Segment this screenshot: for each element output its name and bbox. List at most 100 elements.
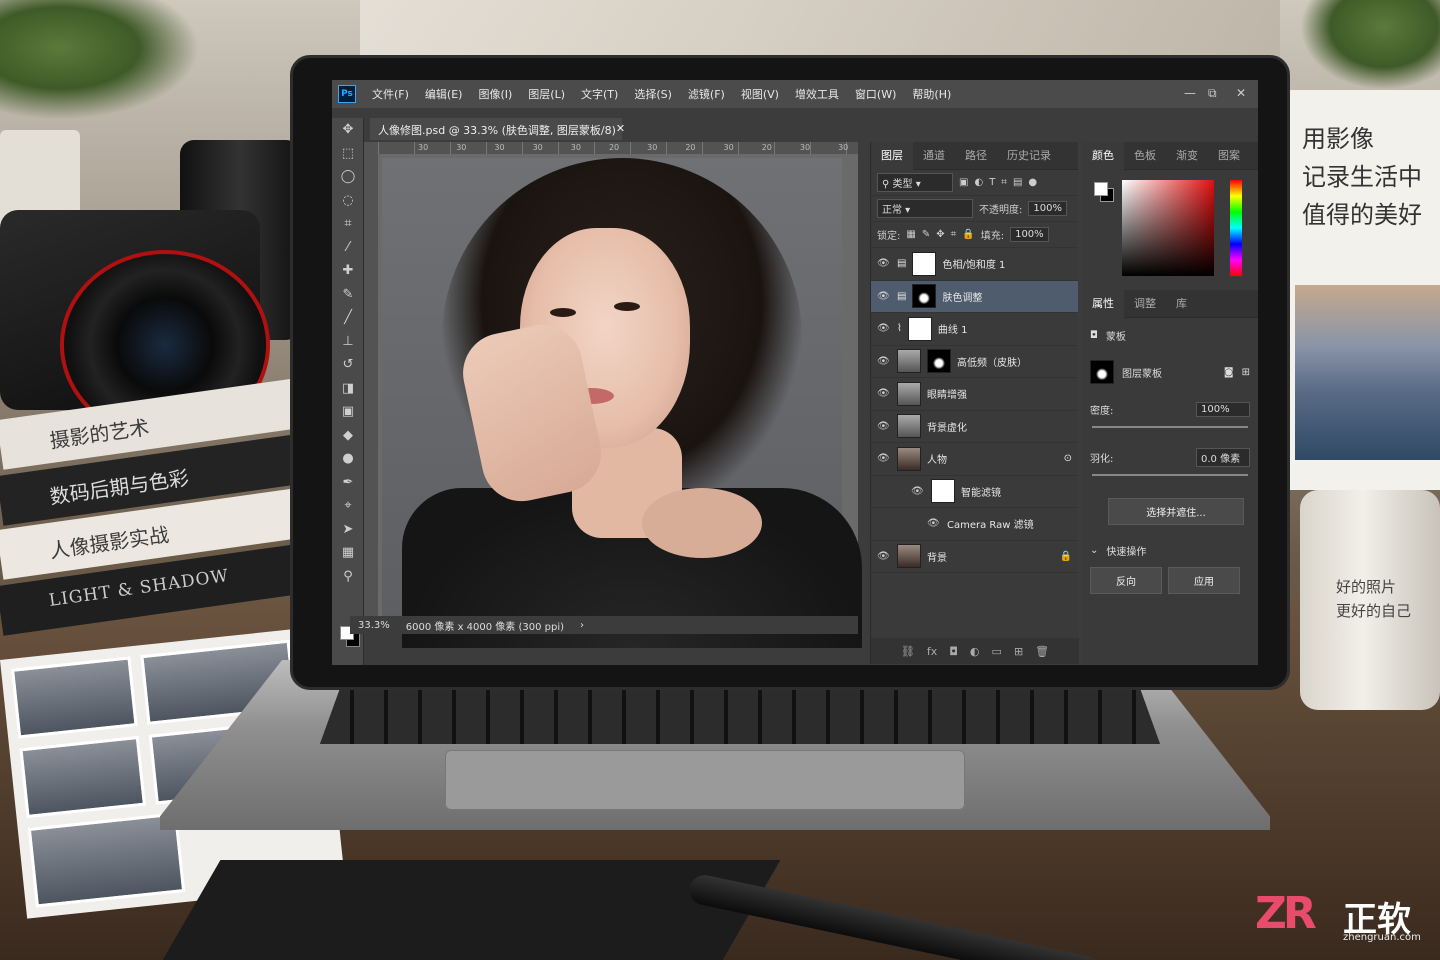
- filter-mask-thumbnail[interactable]: [931, 479, 955, 504]
- pixel-mask-icon[interactable]: ◙: [1224, 367, 1234, 378]
- tab-layers[interactable]: 图层: [871, 141, 913, 170]
- layer-mask-thumbnail[interactable]: [907, 316, 932, 341]
- visibility-eye-icon[interactable]: 👁: [927, 518, 941, 529]
- quick-select-tool-icon[interactable]: ◌: [332, 189, 364, 213]
- history-brush-icon[interactable]: ↺: [332, 353, 364, 377]
- filter-toggle-icon[interactable]: ●: [1028, 177, 1037, 188]
- pen-tool-icon[interactable]: ✒: [332, 471, 364, 495]
- menu-view[interactable]: 视图(V): [733, 86, 787, 102]
- layer-mask-thumbnail[interactable]: [927, 349, 951, 374]
- tab-properties[interactable]: 属性: [1082, 289, 1124, 318]
- visibility-eye-icon[interactable]: 👁: [877, 323, 891, 334]
- fill-input[interactable]: 100%: [1010, 227, 1049, 242]
- new-adjustment-icon[interactable]: ◐: [970, 645, 980, 658]
- close-icon[interactable]: ✕: [1236, 86, 1246, 100]
- color-picker-field[interactable]: [1122, 180, 1214, 276]
- marquee-tool-icon[interactable]: ⬚: [332, 142, 364, 166]
- lock-brush-icon[interactable]: ✎: [922, 229, 930, 240]
- status-arrow-icon[interactable]: ›: [580, 620, 584, 631]
- menu-window[interactable]: 窗口(W): [847, 86, 904, 102]
- layer-thumbnail[interactable]: [897, 414, 921, 439]
- tab-channels[interactable]: 通道: [913, 142, 955, 170]
- move-tool-icon[interactable]: ✥: [332, 118, 364, 142]
- dodge-tool-icon[interactable]: ●: [332, 447, 364, 471]
- filter-shape-icon[interactable]: ⌗: [1001, 177, 1007, 188]
- chevron-down-icon[interactable]: ⌄: [1090, 545, 1098, 556]
- eraser-tool-icon[interactable]: ◨: [332, 377, 364, 401]
- tab-paths[interactable]: 路径: [955, 142, 997, 170]
- brush-tool-icon[interactable]: ╱: [332, 306, 364, 330]
- menu-plugins[interactable]: 增效工具: [787, 86, 847, 102]
- layer-row[interactable]: 👁 ▤ 色相/饱和度 1: [871, 248, 1078, 281]
- menu-edit[interactable]: 编辑(E): [417, 86, 471, 102]
- layer-mask-thumbnail[interactable]: [912, 251, 937, 276]
- hue-slider[interactable]: [1230, 180, 1242, 276]
- new-group-icon[interactable]: ▭: [992, 645, 1002, 658]
- visibility-eye-icon[interactable]: 👁: [877, 291, 891, 302]
- menu-layer[interactable]: 图层(L): [520, 86, 573, 102]
- foreground-color-chip[interactable]: [1094, 182, 1108, 196]
- document-tab[interactable]: 人像修图.psd @ 33.3% (肤色调整, 图层蒙板/8) ✕: [370, 118, 625, 140]
- healing-tool-icon[interactable]: ✚: [332, 259, 364, 283]
- layer-style-icon[interactable]: fx: [927, 645, 937, 658]
- crop-tool-icon[interactable]: ⌗: [332, 212, 364, 236]
- filter-adjust-icon[interactable]: ◐: [974, 177, 983, 188]
- restore-icon[interactable]: ⧉: [1208, 86, 1217, 101]
- filter-smart-icon[interactable]: ▤: [1013, 177, 1022, 188]
- new-layer-icon[interactable]: ⊞: [1014, 645, 1023, 658]
- menu-select[interactable]: 选择(S): [626, 86, 680, 102]
- layer-row[interactable]: 👁 眼睛增强: [871, 378, 1078, 411]
- layer-thumbnail[interactable]: [897, 446, 921, 471]
- layer-thumbnail[interactable]: [897, 349, 921, 374]
- menu-file[interactable]: 文件(F): [364, 86, 417, 102]
- feather-slider[interactable]: [1092, 474, 1248, 476]
- blend-mode-select[interactable]: 正常 ▾: [877, 199, 973, 218]
- menu-image[interactable]: 图像(I): [470, 86, 520, 102]
- delete-layer-icon[interactable]: 🗑: [1035, 645, 1049, 658]
- lock-transparent-icon[interactable]: ▦: [906, 229, 915, 240]
- blur-tool-icon[interactable]: ◆: [332, 424, 364, 448]
- filter-type-icon[interactable]: T: [989, 177, 995, 188]
- visibility-eye-icon[interactable]: 👁: [877, 356, 891, 367]
- invert-button[interactable]: 反向: [1090, 567, 1162, 594]
- link-layers-icon[interactable]: ⛓: [901, 645, 915, 658]
- tab-patterns[interactable]: 图案: [1208, 142, 1250, 170]
- density-input[interactable]: 100%: [1196, 401, 1250, 417]
- layer-row[interactable]: 👁 背景虚化: [871, 411, 1078, 443]
- close-tab-icon[interactable]: ✕: [616, 122, 625, 136]
- layer-row[interactable]: 👁 人物 ⊙: [871, 443, 1078, 476]
- zoom-level[interactable]: 33.3%: [358, 620, 390, 631]
- layer-row-selected[interactable]: 👁 ▤ 肤色调整: [871, 280, 1078, 313]
- menu-help[interactable]: 帮助(H): [904, 86, 959, 102]
- layer-mask-thumbnail[interactable]: [1090, 360, 1114, 384]
- layer-mask-thumbnail[interactable]: [912, 284, 937, 309]
- apply-button[interactable]: 应用: [1168, 567, 1240, 594]
- tab-libraries[interactable]: 库: [1166, 290, 1197, 318]
- tab-history[interactable]: 历史记录: [997, 142, 1061, 170]
- lock-all-icon[interactable]: 🔒: [962, 229, 974, 240]
- visibility-eye-icon[interactable]: 👁: [911, 486, 925, 497]
- filter-pixel-icon[interactable]: ▣: [959, 177, 968, 188]
- lasso-tool-icon[interactable]: ◯: [332, 165, 364, 189]
- stamp-tool-icon[interactable]: ⊥: [332, 330, 364, 354]
- minimize-icon[interactable]: —: [1184, 86, 1196, 100]
- gradient-tool-icon[interactable]: ▣: [332, 400, 364, 424]
- layer-row[interactable]: 👁 高低频（皮肤）: [871, 346, 1078, 378]
- feather-input[interactable]: 0.0 像素: [1196, 447, 1250, 467]
- tab-color[interactable]: 颜色: [1082, 141, 1124, 170]
- visibility-eye-icon[interactable]: 👁: [877, 421, 891, 432]
- menu-filter[interactable]: 滤镜(F): [680, 86, 733, 102]
- vector-mask-icon[interactable]: ⊞: [1242, 367, 1250, 378]
- document-canvas[interactable]: [378, 154, 862, 648]
- eyedropper-tool-icon[interactable]: ⁄: [332, 236, 364, 260]
- density-slider[interactable]: [1092, 426, 1248, 428]
- smart-filter-row[interactable]: 👁 智能滤镜: [871, 476, 1078, 508]
- shape-tool-icon[interactable]: ▦: [332, 541, 364, 565]
- lock-position-icon[interactable]: ✥: [936, 229, 944, 240]
- opacity-input[interactable]: 100%: [1028, 201, 1067, 216]
- layer-row[interactable]: 👁 ⌇ 曲线 1: [871, 313, 1078, 346]
- visibility-eye-icon[interactable]: 👁: [877, 551, 891, 562]
- layer-thumbnail[interactable]: [897, 381, 921, 406]
- lock-artboard-icon[interactable]: ⌗: [951, 229, 957, 240]
- path-select-tool-icon[interactable]: ➤: [332, 518, 364, 542]
